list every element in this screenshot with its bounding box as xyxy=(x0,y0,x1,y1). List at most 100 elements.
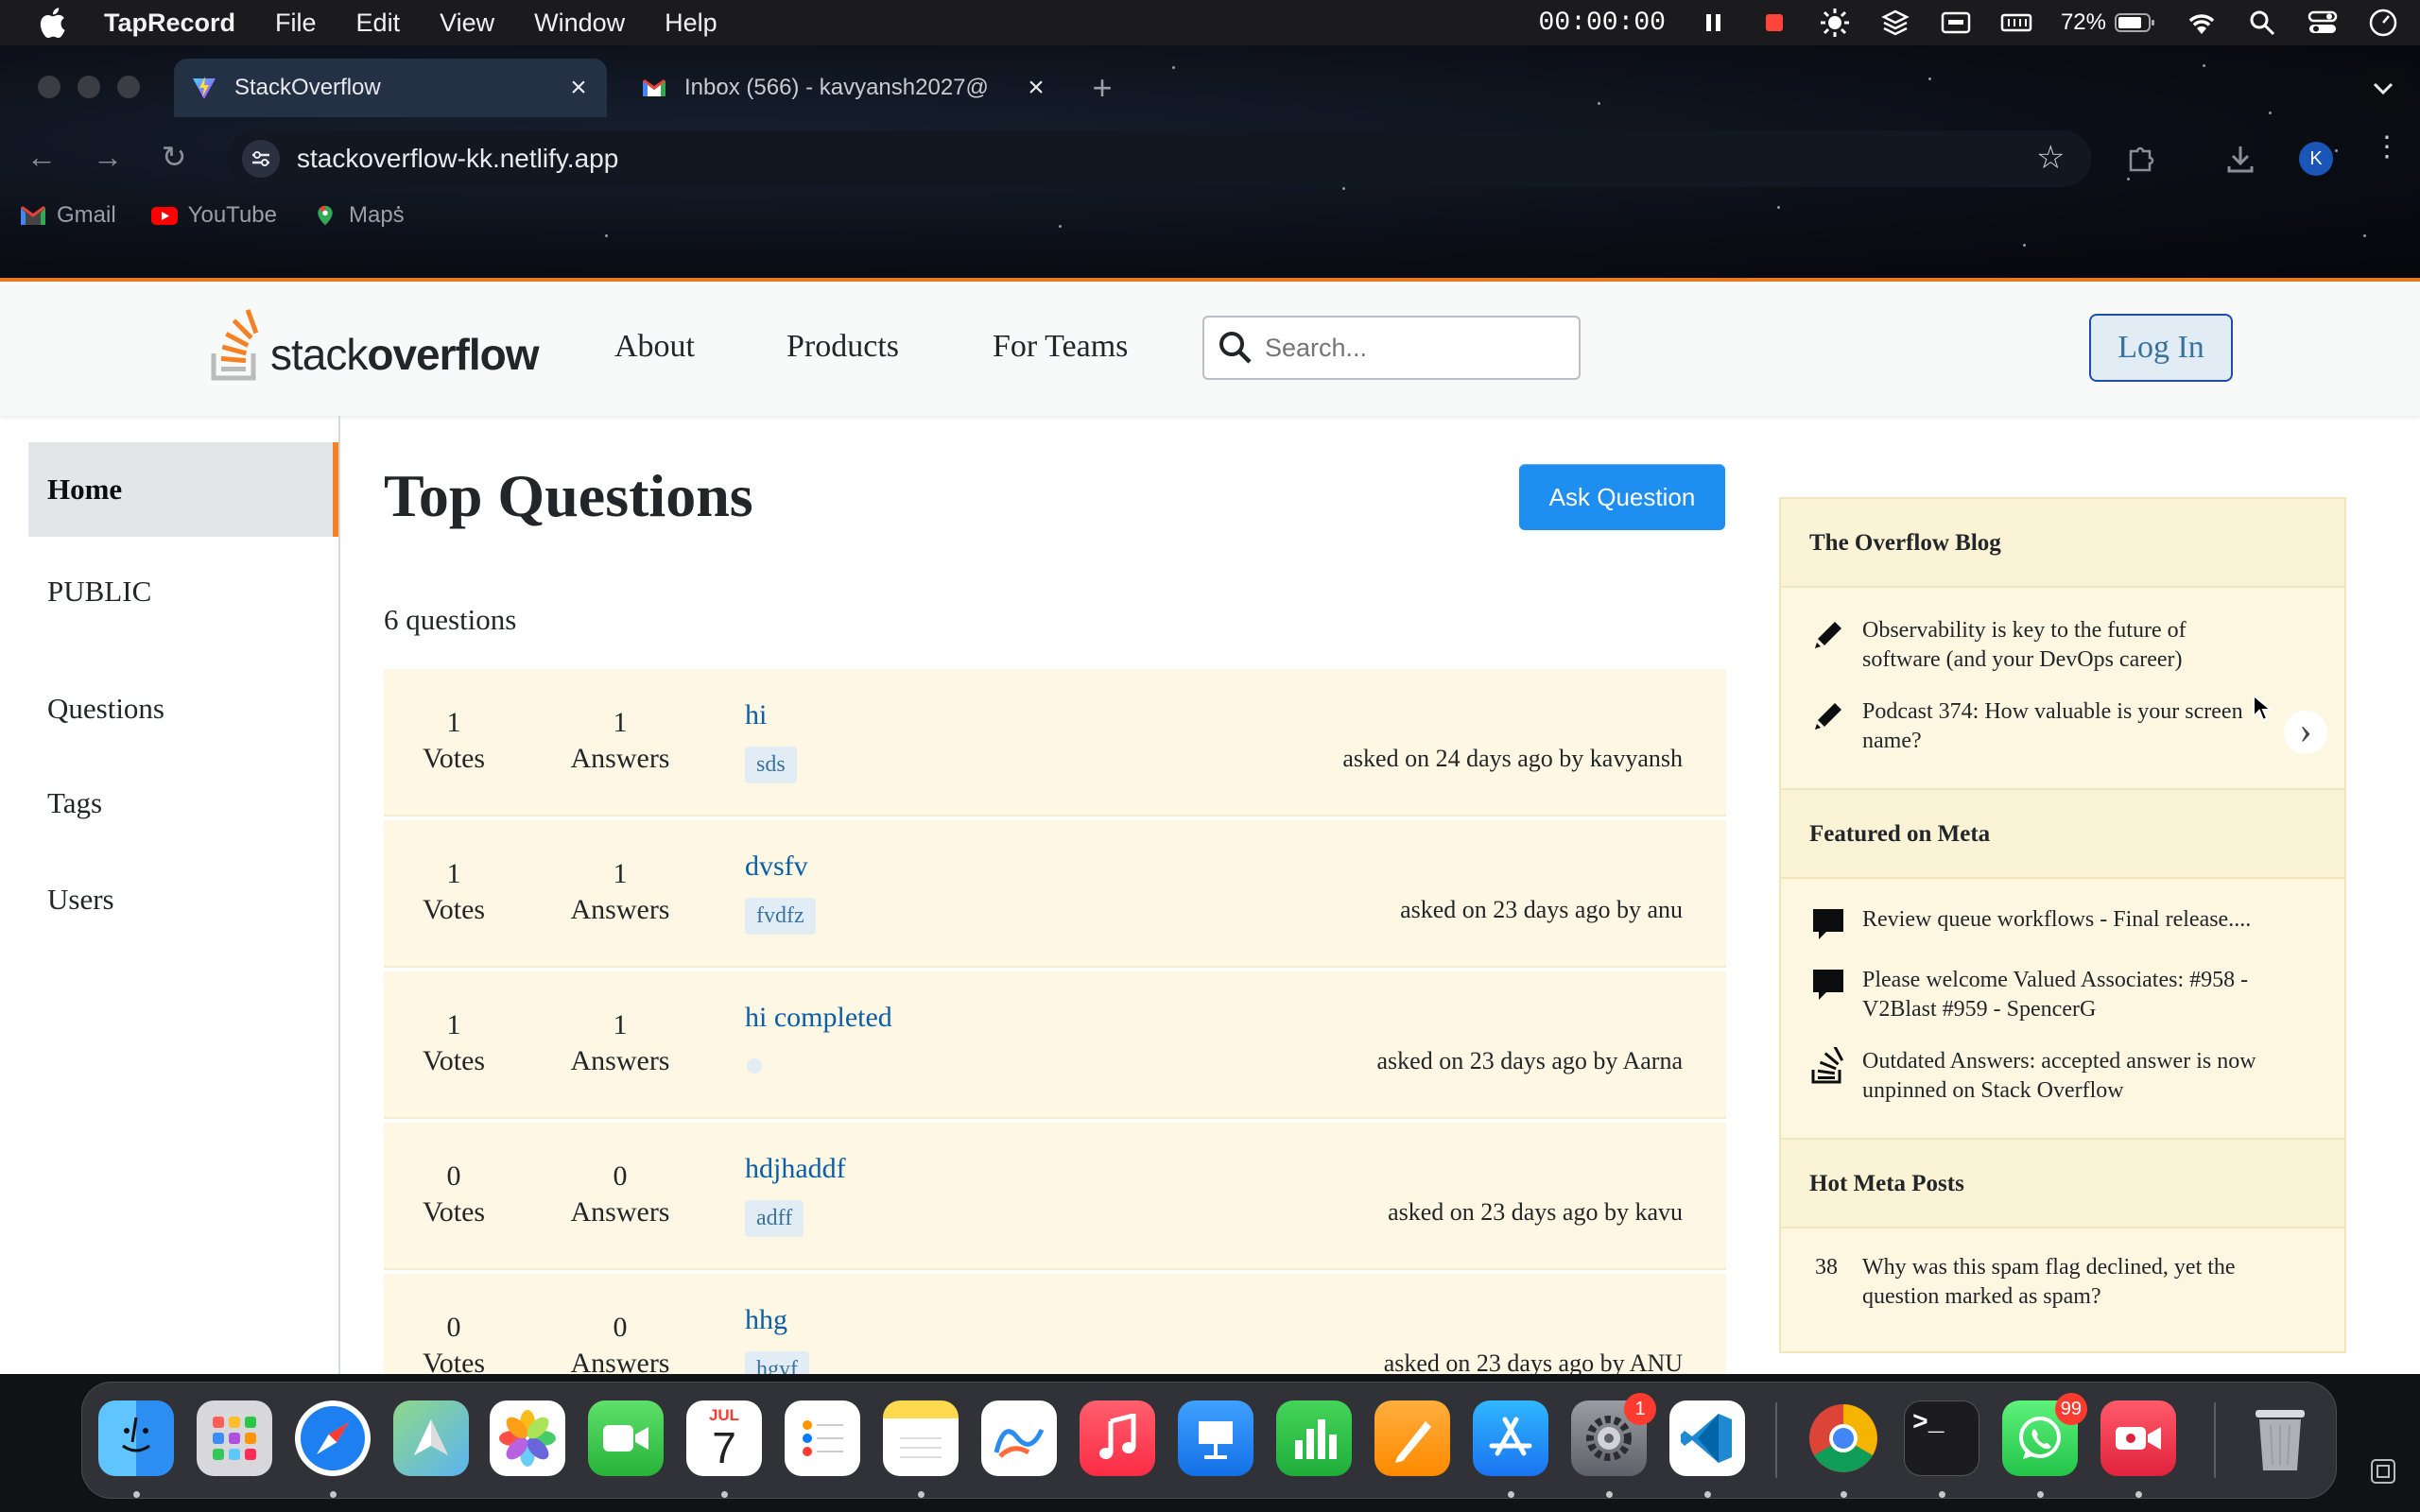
spotlight-search-icon[interactable] xyxy=(2246,9,2278,36)
back-icon[interactable]: ← xyxy=(25,140,59,174)
stackoverflow-logo[interactable]: stackoverflow xyxy=(210,306,540,382)
bookmark-youtube[interactable]: YouTube xyxy=(150,202,277,229)
site-search[interactable] xyxy=(1202,316,1581,380)
meta-item[interactable]: Review queue workflows - Final release..… xyxy=(1809,905,2316,943)
menu-app-name[interactable]: TapRecord xyxy=(104,9,235,38)
tab-gmail-inbox[interactable]: Inbox (566) - kavyansh2027@ × xyxy=(624,59,1064,117)
login-button[interactable]: Log In xyxy=(2089,314,2233,382)
calendar-day: 7 xyxy=(712,1423,736,1472)
menu-view[interactable]: View xyxy=(440,9,494,38)
sidebar-item-tags[interactable]: Tags xyxy=(47,786,102,820)
minimize-window-button[interactable] xyxy=(78,76,100,98)
dock-vscode[interactable] xyxy=(1669,1400,1745,1476)
bookmark-maps[interactable]: Maps xyxy=(311,202,405,229)
question-tag[interactable]: fvdfz xyxy=(745,898,816,935)
clock-icon[interactable] xyxy=(2367,9,2399,37)
control-center-icon[interactable] xyxy=(2307,9,2339,36)
dock-freeform[interactable] xyxy=(981,1400,1057,1476)
reload-icon[interactable]: ↻ xyxy=(157,140,191,174)
bookmark-gmail[interactable]: Gmail xyxy=(19,202,116,229)
nav-products[interactable]: Products xyxy=(786,329,899,365)
dock-trash[interactable] xyxy=(2242,1400,2318,1476)
tab-stackoverflow[interactable]: StackOverflow × xyxy=(174,59,607,117)
menu-window[interactable]: Window xyxy=(534,9,625,38)
dock-numbers[interactable] xyxy=(1276,1400,1352,1476)
download-icon[interactable] xyxy=(2223,142,2257,176)
address-bar[interactable]: stackoverflow-kk.netlify.app ☆ xyxy=(227,130,2091,187)
wifi-icon[interactable] xyxy=(2186,9,2218,36)
zoom-window-button[interactable] xyxy=(117,76,140,98)
brightness-icon[interactable] xyxy=(1819,9,1851,37)
chevron-right-icon[interactable]: › xyxy=(2284,711,2327,754)
meta-heading: Featured on Meta xyxy=(1781,790,2344,879)
browser-menu-icon[interactable]: ⋮ xyxy=(2373,133,2401,176)
menu-edit[interactable]: Edit xyxy=(356,9,401,38)
bookmark-star-icon[interactable]: ☆ xyxy=(2036,142,2070,176)
answer-count: 1 Answers xyxy=(570,707,670,774)
dock-pages[interactable] xyxy=(1374,1400,1450,1476)
profile-avatar[interactable]: K xyxy=(2299,142,2333,176)
dock-reminders[interactable] xyxy=(785,1400,860,1476)
question-title-link[interactable]: hi completed xyxy=(745,1002,892,1034)
new-tab-button[interactable]: + xyxy=(1083,70,1121,108)
hot-meta-item[interactable]: 38 Why was this spam flag declined, yet … xyxy=(1800,1253,2316,1312)
chrome-icon xyxy=(1806,1400,1881,1476)
search-input[interactable] xyxy=(1265,333,1567,363)
question-title-link[interactable]: dvsfv xyxy=(745,850,808,883)
stop-record-icon[interactable] xyxy=(1758,9,1790,36)
apple-icon[interactable] xyxy=(38,7,66,39)
layers-icon[interactable] xyxy=(1879,9,1911,36)
page-title: Top Questions xyxy=(384,462,753,529)
nav-about[interactable]: About xyxy=(614,329,695,365)
menu-file[interactable]: File xyxy=(275,9,317,38)
meta-item[interactable]: Outdated Answers: accepted answer is now… xyxy=(1809,1047,2316,1106)
menu-help[interactable]: Help xyxy=(665,9,717,38)
question-tag[interactable]: sds xyxy=(745,747,797,783)
close-window-button[interactable] xyxy=(38,76,60,98)
dock-system-settings[interactable]: 1 xyxy=(1571,1393,1656,1476)
forward-icon[interactable]: → xyxy=(91,140,125,174)
dock-facetime[interactable] xyxy=(588,1400,664,1476)
dock-recorder[interactable] xyxy=(2100,1400,2176,1476)
blog-item[interactable]: Observability is key to the future of so… xyxy=(1809,616,2269,675)
blog-item[interactable]: Podcast 374: How valuable is your screen… xyxy=(1809,697,2269,756)
question-title-link[interactable]: hdjhaddf xyxy=(745,1153,846,1185)
dock-whatsapp[interactable]: 99 xyxy=(2002,1393,2087,1476)
close-tab-icon[interactable]: × xyxy=(565,72,592,104)
sidebar-item-users[interactable]: Users xyxy=(47,883,114,917)
sidebar-item-home[interactable]: Home xyxy=(28,442,338,537)
dock-chrome[interactable] xyxy=(1806,1400,1881,1476)
battery-icon[interactable] xyxy=(2114,9,2157,36)
screenshot-overlay-icon[interactable] xyxy=(2369,1457,2397,1486)
question-title-link[interactable]: hi xyxy=(745,699,767,731)
memory-icon[interactable] xyxy=(2000,9,2032,36)
pause-icon[interactable] xyxy=(1698,9,1730,36)
dock-launchpad[interactable] xyxy=(197,1400,272,1476)
tab-search-button[interactable] xyxy=(2360,66,2407,112)
dock-finder[interactable] xyxy=(98,1400,174,1476)
web-page: stackoverflow About Products For Teams L… xyxy=(0,282,2420,1374)
ask-question-button[interactable]: Ask Question xyxy=(1519,464,1725,530)
sidebar-item-questions[interactable]: Questions xyxy=(47,692,164,726)
question-tag[interactable]: hgyf xyxy=(745,1351,809,1374)
question-title-link[interactable]: hhg xyxy=(745,1304,787,1336)
nav-for-teams[interactable]: For Teams xyxy=(993,329,1128,365)
dock-photos[interactable] xyxy=(490,1400,565,1476)
url-text[interactable]: stackoverflow-kk.netlify.app xyxy=(297,144,618,174)
dock-app-store[interactable] xyxy=(1473,1400,1548,1476)
dock-music[interactable] xyxy=(1080,1400,1155,1476)
dock-terminal[interactable]: >_ xyxy=(1904,1400,1979,1476)
keyboard-icon[interactable] xyxy=(1940,9,1972,36)
pencil-icon xyxy=(1815,622,1841,648)
dock-calendar[interactable]: JUL 7 xyxy=(686,1400,762,1476)
dock-safari[interactable] xyxy=(295,1400,371,1476)
meta-item[interactable]: Please welcome Valued Associates: #958 -… xyxy=(1809,966,2316,1024)
site-info-icon[interactable] xyxy=(242,140,280,178)
close-tab-icon[interactable]: × xyxy=(1023,72,1049,104)
question-tag[interactable]: adff xyxy=(745,1200,804,1237)
dock-notes[interactable] xyxy=(883,1400,959,1476)
extensions-icon[interactable] xyxy=(2123,142,2157,176)
dock-keynote[interactable] xyxy=(1178,1400,1253,1476)
question-tag-empty[interactable] xyxy=(747,1058,762,1074)
dock-maps[interactable] xyxy=(393,1400,469,1476)
